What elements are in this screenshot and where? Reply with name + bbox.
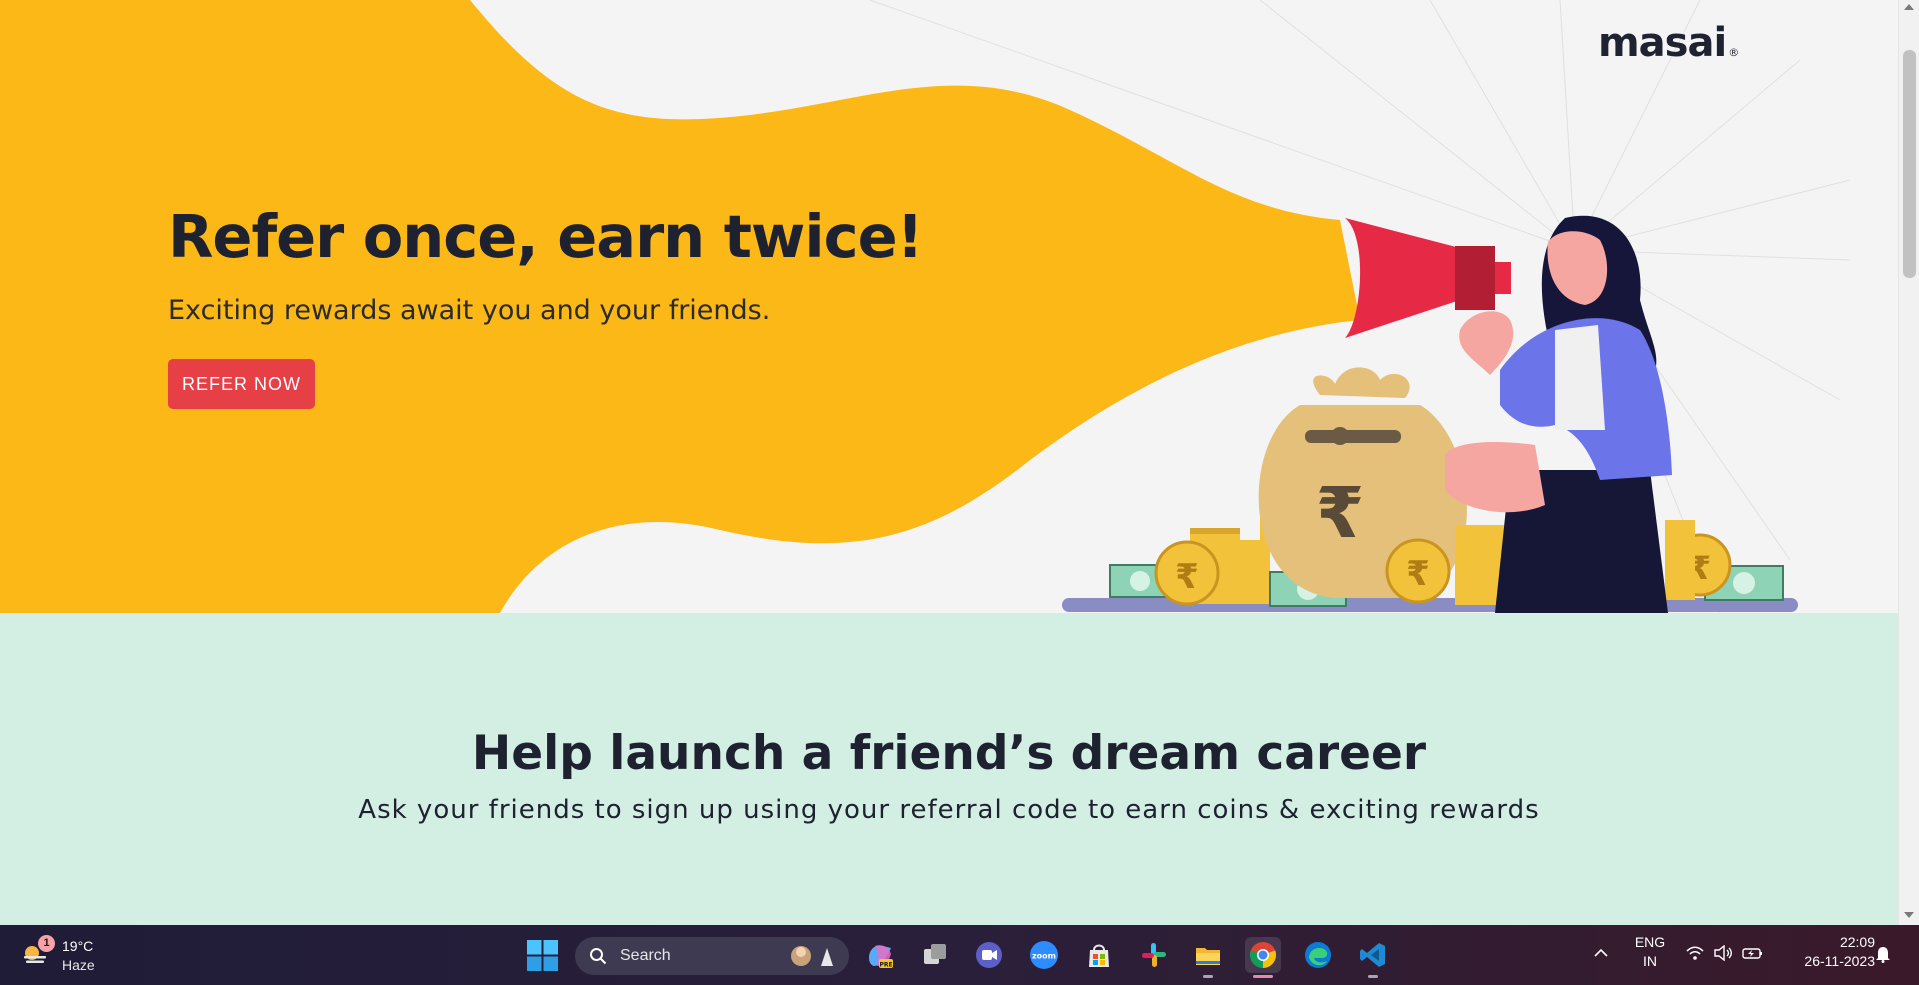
logo-registered-mark: ® bbox=[1728, 46, 1739, 59]
copilot-icon: PRE bbox=[869, 945, 893, 969]
edge-icon bbox=[1305, 942, 1331, 968]
taskbar-vscode[interactable] bbox=[1355, 937, 1391, 973]
folder-icon bbox=[1196, 948, 1220, 965]
windows-logo-icon[interactable] bbox=[527, 940, 558, 971]
help-subtitle: Ask your friends to sign up using your r… bbox=[358, 795, 1540, 825]
wifi-icon[interactable] bbox=[1686, 945, 1704, 961]
clock-date: 26-11-2023 bbox=[1804, 953, 1875, 969]
zoom-icon: zoom bbox=[1030, 941, 1058, 969]
taskbar-task-view[interactable] bbox=[917, 937, 953, 973]
system-clock[interactable]: 22:09 26-11-2023 bbox=[1775, 933, 1875, 971]
refer-now-button[interactable]: REFER NOW bbox=[168, 359, 315, 409]
help-title: Help launch a friend’s dream career bbox=[471, 726, 1427, 781]
weather-widget[interactable]: 1 19°C Haze bbox=[20, 935, 120, 977]
windows-taskbar: 1 19°C Haze Search PRE zoom ENG IN 22:09… bbox=[0, 925, 1919, 985]
browser-page: ₹ ₹ ₹ ₹ masai ® Refer once, earn twice! … bbox=[0, 0, 1919, 985]
weather-temperature: 19°C bbox=[62, 938, 94, 954]
vscode-icon bbox=[1360, 943, 1385, 967]
taskbar-file-explorer[interactable] bbox=[1190, 937, 1226, 973]
taskbar-microsoft-store[interactable] bbox=[1081, 937, 1117, 973]
chrome-icon bbox=[1249, 942, 1277, 968]
vscode-running-indicator bbox=[1368, 975, 1378, 978]
chrome-active-indicator bbox=[1253, 975, 1273, 978]
svg-text:₹: ₹ bbox=[1406, 554, 1430, 594]
logo-text: masai bbox=[1598, 20, 1727, 66]
video-chat-icon bbox=[976, 942, 1002, 968]
taskbar-copilot[interactable]: PRE bbox=[862, 937, 898, 973]
chevron-up-icon[interactable] bbox=[1593, 947, 1609, 959]
scroll-up-arrow-icon[interactable] bbox=[1904, 4, 1914, 10]
taskbar-search-box[interactable]: Search bbox=[575, 937, 849, 975]
hero-subtitle: Exciting rewards await you and your frie… bbox=[168, 295, 771, 326]
taskbar-slack[interactable] bbox=[1136, 937, 1172, 973]
volume-icon[interactable] bbox=[1713, 945, 1733, 961]
hero-title: Refer once, earn twice! bbox=[168, 202, 924, 271]
search-icon bbox=[590, 948, 607, 965]
svg-text:zoom: zoom bbox=[1032, 952, 1056, 961]
battery-charging-icon[interactable] bbox=[1742, 945, 1764, 961]
help-section: Help launch a friend’s dream career Ask … bbox=[0, 613, 1898, 925]
language-code: ENG bbox=[1634, 934, 1666, 950]
taskbar-edge[interactable] bbox=[1300, 937, 1336, 973]
notification-bell-icon[interactable] bbox=[1875, 945, 1891, 963]
svg-text:₹: ₹ bbox=[1175, 557, 1199, 597]
scrollbar-thumb[interactable] bbox=[1903, 50, 1916, 278]
svg-text:PRE: PRE bbox=[879, 962, 892, 969]
taskbar-chrome[interactable] bbox=[1245, 937, 1281, 973]
search-highlight-icon bbox=[791, 946, 833, 966]
task-view-icon bbox=[924, 944, 946, 964]
hero-section: ₹ ₹ ₹ ₹ masai ® Refer once, earn twice! … bbox=[0, 0, 1898, 613]
weather-condition: Haze bbox=[62, 957, 95, 973]
masai-logo[interactable]: masai ® bbox=[1598, 20, 1739, 66]
taskbar-teams-meet[interactable] bbox=[971, 937, 1007, 973]
bag-rupee-symbol: ₹ bbox=[1316, 472, 1365, 554]
clock-time: 22:09 bbox=[1839, 934, 1875, 950]
search-placeholder: Search bbox=[620, 947, 671, 964]
weather-notification-badge: 1 bbox=[38, 935, 55, 952]
slack-icon bbox=[1142, 943, 1166, 967]
page-scrollbar[interactable] bbox=[1898, 0, 1919, 925]
store-icon bbox=[1089, 944, 1109, 967]
scroll-down-arrow-icon[interactable] bbox=[1904, 912, 1914, 918]
taskbar-zoom[interactable]: zoom bbox=[1026, 937, 1062, 973]
region-code: IN bbox=[1643, 953, 1657, 969]
explorer-running-indicator bbox=[1203, 975, 1213, 978]
language-indicator[interactable]: ENG IN bbox=[1630, 933, 1670, 971]
